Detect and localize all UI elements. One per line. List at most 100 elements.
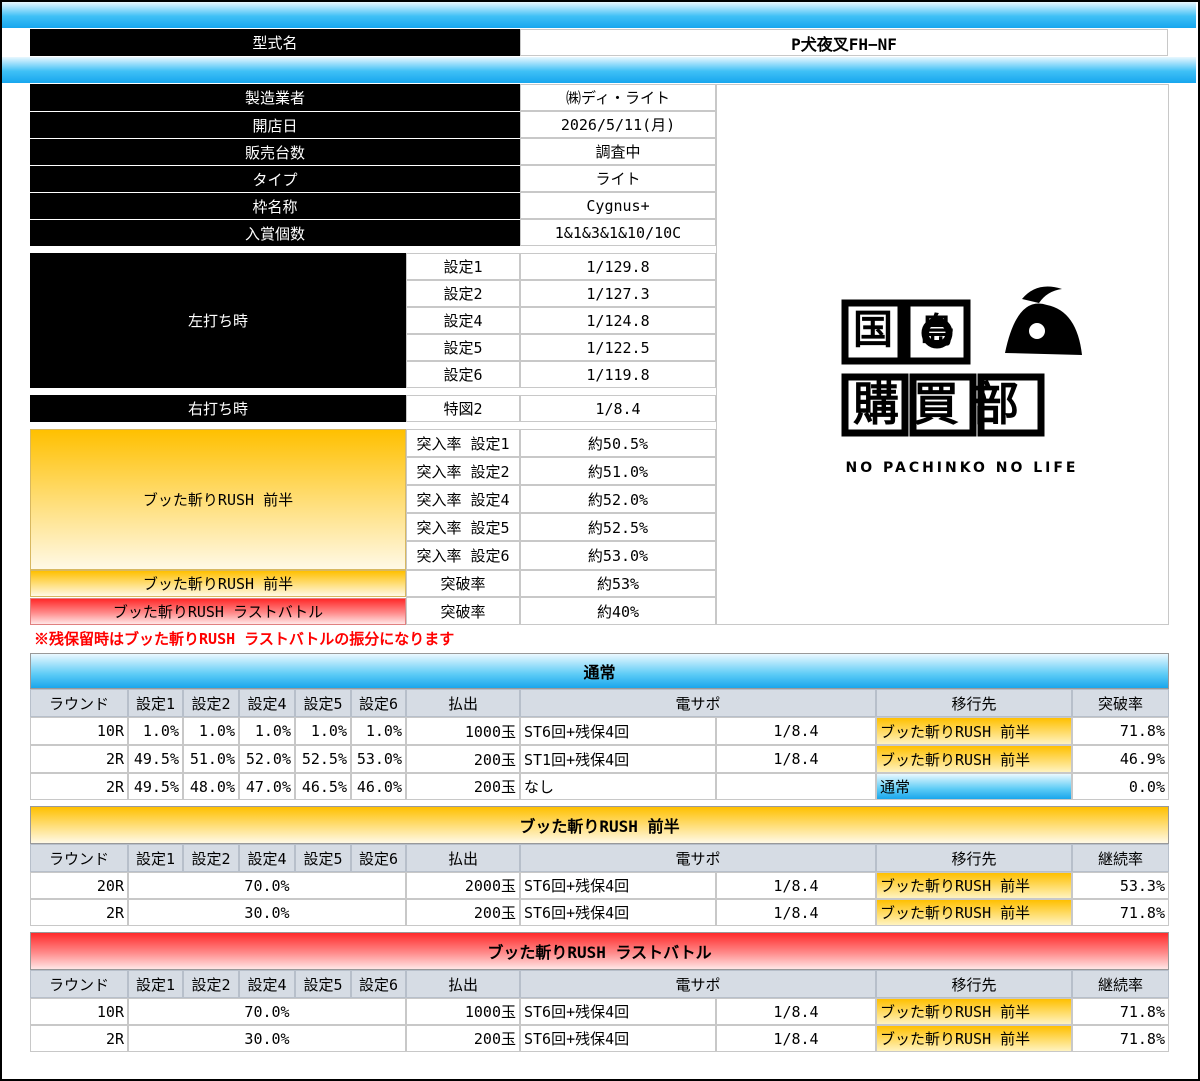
table-cell-share: 30.0% <box>128 1025 406 1052</box>
table-cell: 53.0% <box>351 745 406 773</box>
spec-value: ㈱ディ・ライト <box>520 84 716 111</box>
col-header: 設定4 <box>239 844 295 872</box>
model-value: P犬夜叉FH−NF <box>520 29 1168 56</box>
logo-panel: 島 国 購買部 NO PACHINKO NO LIFE <box>716 84 1169 625</box>
table-cell: 47.0% <box>239 773 295 800</box>
entry-setting: 突入率 設定2 <box>406 457 520 485</box>
entry-rate: 約50.5% <box>520 429 716 457</box>
col-header: 払出 <box>406 844 520 872</box>
col-header: 払出 <box>406 689 520 717</box>
model-label: 型式名 <box>30 29 520 56</box>
table-cell: 1/8.4 <box>716 998 876 1025</box>
rush-last-table-title: ブッた斬りRUSH ラストバトル <box>30 932 1169 970</box>
table-cell: 71.8% <box>1072 717 1169 745</box>
col-header: 設定1 <box>128 844 183 872</box>
spec-label: タイプ <box>30 166 520 192</box>
setting-label: 設定6 <box>406 361 520 388</box>
table-cell-dest: ブッた斬りRUSH 前半 <box>876 899 1072 926</box>
table-cell: 200玉 <box>406 899 520 926</box>
left-play-label: 左打ち時 <box>30 253 406 388</box>
col-header: 設定2 <box>183 844 239 872</box>
logo-tagline: NO PACHINKO NO LIFE <box>846 460 1079 476</box>
table-row-round: 2R <box>30 745 128 773</box>
col-header: 設定1 <box>128 689 183 717</box>
table-cell: 1.0% <box>183 717 239 745</box>
breakthrough-rate: 約40% <box>520 597 716 625</box>
col-header: ラウンド <box>30 689 128 717</box>
table-cell: 1.0% <box>295 717 351 745</box>
table-cell: 49.5% <box>128 745 183 773</box>
table-cell: 71.8% <box>1072 899 1169 926</box>
table-cell: 49.5% <box>128 773 183 800</box>
rush-entry-label: ブッた斬りRUSH 前半 <box>30 429 406 570</box>
table-cell: 1.0% <box>351 717 406 745</box>
col-header: 設定6 <box>351 844 406 872</box>
spec-value: Cygnus+ <box>520 192 716 219</box>
col-header: 移行先 <box>876 844 1072 872</box>
setting-label: 設定1 <box>406 253 520 280</box>
setting-value: 1/119.8 <box>520 361 716 388</box>
entry-setting: 突入率 設定1 <box>406 429 520 457</box>
table-cell <box>716 773 876 800</box>
table-cell-dest: ブッた斬りRUSH 前半 <box>876 717 1072 745</box>
table-row-round: 10R <box>30 717 128 745</box>
logo-line2: 購買部 <box>853 377 1033 431</box>
table-row-round: 2R <box>30 773 128 800</box>
spec-label: 開店日 <box>30 112 520 138</box>
table-cell: 1000玉 <box>406 998 520 1025</box>
col-header: ラウンド <box>30 970 128 998</box>
setting-value: 1/122.5 <box>520 334 716 361</box>
col-header: 継続率 <box>1072 844 1169 872</box>
right-play-setting: 特図2 <box>406 395 520 422</box>
breakthrough-last-label: ブッた斬りRUSH ラストバトル <box>30 598 406 625</box>
table-cell: 53.3% <box>1072 872 1169 899</box>
spec-value: 調査中 <box>520 138 716 165</box>
table-cell: 200玉 <box>406 773 520 800</box>
table-cell: 52.5% <box>295 745 351 773</box>
table-cell: 71.8% <box>1072 998 1169 1025</box>
rush-first-table-title: ブッた斬りRUSH 前半 <box>30 806 1169 844</box>
col-header: 設定4 <box>239 970 295 998</box>
col-header: 設定1 <box>128 970 183 998</box>
table-cell: 1/8.4 <box>716 717 876 745</box>
setting-label: 設定4 <box>406 307 520 334</box>
spec-label: 販売台数 <box>30 139 520 165</box>
entry-rate: 約53.0% <box>520 541 716 570</box>
table-cell: ST6回+残保4回 <box>520 717 716 745</box>
spec-label: 入賞個数 <box>30 220 520 246</box>
table-cell: 0.0% <box>1072 773 1169 800</box>
table-cell: 46.5% <box>295 773 351 800</box>
table-cell-share: 70.0% <box>128 998 406 1025</box>
table-cell: ST6回+残保4回 <box>520 998 716 1025</box>
col-header: 設定4 <box>239 689 295 717</box>
header-band-bottom <box>2 57 1196 83</box>
spec-label: 製造業者 <box>30 84 520 111</box>
table-cell: 1000玉 <box>406 717 520 745</box>
breakthrough-first-label: ブッた斬りRUSH 前半 <box>30 570 406 597</box>
table-cell: 200玉 <box>406 1025 520 1052</box>
table-row-round: 2R <box>30 1025 128 1052</box>
col-header: 設定5 <box>295 844 351 872</box>
entry-rate: 約52.5% <box>520 513 716 541</box>
note-text: ※残保留時はブッた斬りRUSH ラストバトルの振分になります <box>34 629 455 648</box>
table-cell: 200玉 <box>406 745 520 773</box>
table-cell: 2000玉 <box>406 872 520 899</box>
table-cell: なし <box>520 773 716 800</box>
entry-rate: 約51.0% <box>520 457 716 485</box>
table-cell: 51.0% <box>183 745 239 773</box>
table-cell: 1/8.4 <box>716 899 876 926</box>
table-cell-dest: ブッた斬りRUSH 前半 <box>876 745 1072 773</box>
col-header: 移行先 <box>876 970 1072 998</box>
table-cell: ST6回+残保4回 <box>520 872 716 899</box>
right-play-value: 1/8.4 <box>520 395 716 422</box>
spec-label: 枠名称 <box>30 193 520 219</box>
table-cell-dest: ブッた斬りRUSH 前半 <box>876 998 1072 1025</box>
table-cell-dest: ブッた斬りRUSH 前半 <box>876 872 1072 899</box>
table-row-round: 10R <box>30 998 128 1025</box>
table-row-round: 2R <box>30 899 128 926</box>
normal-table-title: 通常 <box>30 653 1169 689</box>
logo-line1-a: 島 <box>920 311 954 351</box>
col-header: 電サポ <box>520 689 876 717</box>
col-header: 設定2 <box>183 970 239 998</box>
table-cell: 1/8.4 <box>716 1025 876 1052</box>
